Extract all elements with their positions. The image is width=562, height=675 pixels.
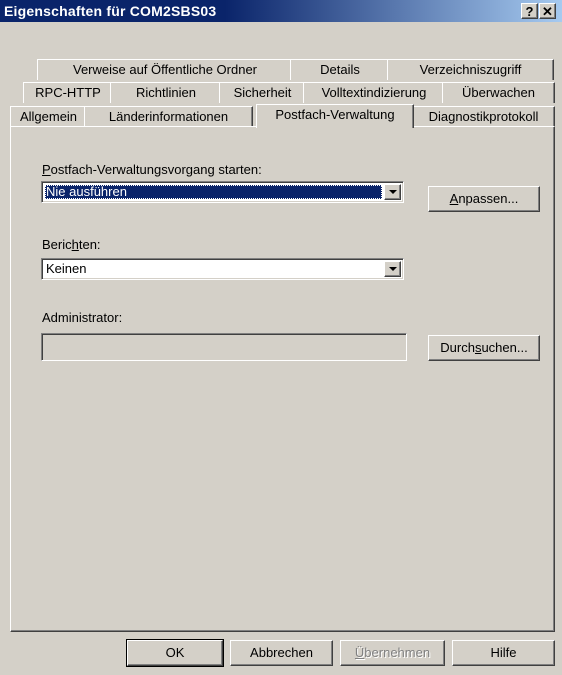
tab-diagnostikprotokoll[interactable]: Diagnostikprotokoll — [412, 106, 555, 127]
close-icon[interactable]: ✕ — [539, 3, 556, 19]
tab-verzeichniszugriff[interactable]: Verzeichniszugriff — [387, 59, 554, 80]
ok-button[interactable]: OK — [126, 639, 224, 667]
tab-verweise-oeffentliche-ordner[interactable]: Verweise auf Öffentliche Ordner — [37, 59, 293, 80]
cancel-button[interactable]: Abbrechen — [230, 640, 333, 666]
start-label: Postfach-Verwaltungsvorgang starten: — [42, 162, 262, 177]
report-dropdown[interactable]: Keinen — [41, 258, 404, 280]
report-label: Berichten: — [42, 237, 101, 252]
tab-rpc-http[interactable]: RPC-HTTP — [23, 82, 113, 103]
help-icon[interactable]: ? — [521, 3, 538, 19]
chevron-down-icon[interactable] — [384, 261, 401, 277]
tab-ueberwachen[interactable]: Überwachen — [442, 82, 555, 103]
admin-field — [41, 333, 407, 361]
tab-allgemein[interactable]: Allgemein — [10, 106, 87, 127]
title-bar: Eigenschaften für COM2SBS03 ? ✕ — [0, 0, 562, 22]
apply-button[interactable]: Übernehmen — [340, 640, 445, 666]
customize-button[interactable]: Anpassen... — [428, 186, 540, 212]
tab-volltextindizierung[interactable]: Volltextindizierung — [303, 82, 445, 103]
tab-details[interactable]: Details — [290, 59, 390, 80]
tab-richtlinien[interactable]: Richtlinien — [110, 82, 222, 103]
window-title: Eigenschaften für COM2SBS03 — [4, 3, 217, 19]
tab-sicherheit[interactable]: Sicherheit — [219, 82, 306, 103]
help-button[interactable]: Hilfe — [452, 640, 555, 666]
browse-button[interactable]: Durchsuchen... — [428, 335, 540, 361]
report-dropdown-value: Keinen — [46, 261, 87, 276]
start-dropdown-value: Nie ausführen — [45, 185, 382, 199]
tab-laenderinformationen[interactable]: Länderinformationen — [84, 106, 253, 127]
start-dropdown[interactable]: Nie ausführen — [41, 181, 404, 203]
admin-label: Administrator: — [42, 310, 123, 325]
chevron-down-icon[interactable] — [384, 184, 401, 200]
tab-postfach-verwaltung[interactable]: Postfach-Verwaltung — [256, 104, 414, 128]
